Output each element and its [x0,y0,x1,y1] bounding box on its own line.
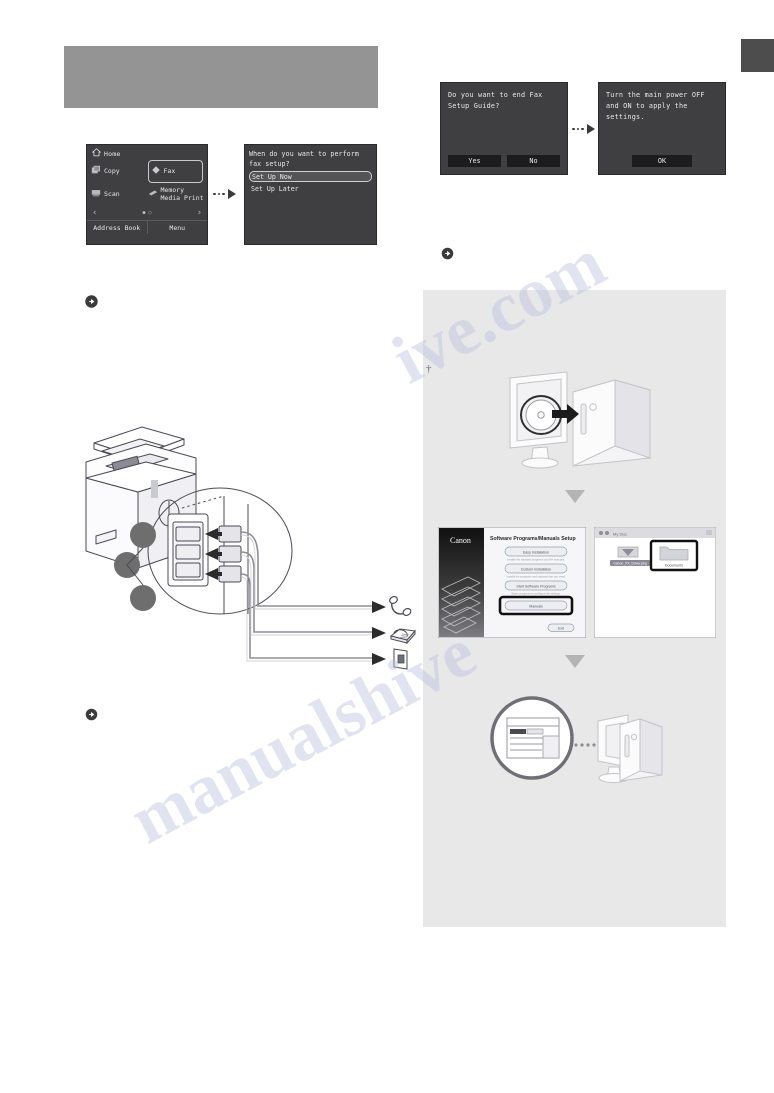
home-tile-fax-label: Fax [163,166,176,175]
home-screen-softkeys: Address Book Menu [87,220,207,234]
svg-text:Documents: Documents [665,564,683,568]
home-tile-scan[interactable]: Scan [91,183,148,206]
callout-1 [130,522,156,548]
home-screen-panel: Home Copy Fax Scan Memory Media Print ‹ … [86,144,208,245]
power-cycle-panel: Turn the main power OFF and ON to apply … [598,82,726,175]
manual-on-computer-illustration [480,683,665,793]
section-title-band [64,46,378,108]
page-dot: ○ [148,210,152,216]
ok-button[interactable]: OK [632,155,692,167]
callout-3 [130,585,156,611]
no-button[interactable]: No [507,155,560,167]
svg-text:Exit: Exit [558,626,564,630]
home-tile-scan-label: Scan [104,189,120,198]
home-screen-title: Home [104,149,121,158]
reference-marker-2 [85,708,98,721]
svg-text:Start Software Programs: Start Software Programs [516,584,556,588]
svg-text:Canon_XX_Driver.pkg: Canon_XX_Driver.pkg [613,562,647,566]
svg-text:Installs the standard programs: Installs the standard programs and the m… [507,558,565,562]
copy-icon [91,165,101,178]
fax-setup-option-set-up-now[interactable]: Set Up Now [249,171,372,182]
page-tab-marker [741,39,774,72]
fax-setup-timing-panel: When do you want to perform fax setup? S… [244,144,377,245]
home-tile-grid: Copy Fax Scan Memory Media Print [87,159,207,206]
dagger-footnote-icon: † [426,363,432,375]
insert-cd-illustration [495,370,660,475]
power-cycle-message: Turn the main power OFF and ON to apply … [606,91,705,121]
end-guide-button-row: Yes No [448,155,560,167]
home-icon [91,148,102,159]
end-guide-question: Do you want to end Fax Setup Guide? [448,91,543,110]
home-tile-copy[interactable]: Copy [91,160,148,183]
home-tile-memory-media-print-label: Memory Media Print [160,186,204,202]
home-tile-fax[interactable]: Fax [147,160,203,183]
home-screen-header: Home [87,145,207,159]
svg-text:Starts programs to configure t: Starts programs to configure the setting… [511,592,560,596]
flow-down-arrow-1 [565,490,585,503]
fax-icon [151,165,161,178]
fax-setup-question: When do you want to perform fax setup? [249,150,359,168]
svg-text:Installs the programs and manu: Installs the programs and manuals that y… [507,575,566,579]
prev-page-icon[interactable]: ‹ [92,208,97,218]
manual-page: Home Copy Fax Scan Memory Media Print ‹ … [0,0,774,1093]
end-fax-setup-guide-panel: Do you want to end Fax Setup Guide? Yes … [440,82,568,175]
flow-down-arrow-2 [565,655,585,668]
handset-icon [388,595,414,623]
next-page-icon[interactable]: › [197,208,202,218]
page-dot-active: ● [142,210,146,216]
home-page-indicator: ● ○ [142,210,151,216]
svg-text:Manuals: Manuals [529,604,543,608]
wall-jack-icon [390,646,412,677]
flow-arrow-2 [572,124,595,134]
scan-icon [91,188,101,201]
software-setup-dialog-thumbnail: Canon Software Programs/Manuals Setup Ea… [437,526,587,639]
flow-arrow-1 [213,189,236,199]
fax-cable-connection-illustration [72,418,416,683]
svg-text:Custom Installation: Custom Installation [521,567,552,571]
svg-text:My Disc: My Disc [613,531,627,536]
home-screen-pager: ‹ ● ○ › [87,206,207,220]
menu-button[interactable]: Menu [146,221,208,234]
reference-marker-1 [85,295,98,308]
brand-label: Canon [450,536,471,545]
yes-button[interactable]: Yes [448,155,501,167]
mac-finder-window-thumbnail: My Disc Canon_XX_Driver.pkg Documents [593,526,717,639]
fax-setup-option-set-up-later[interactable]: Set Up Later [249,184,372,195]
svg-text:Easy Installation: Easy Installation [523,550,549,554]
reference-marker-3 [441,247,454,260]
address-book-button[interactable]: Address Book [87,221,147,234]
svg-text:Software Programs/Manuals Setu: Software Programs/Manuals Setup [490,536,576,542]
home-tile-copy-label: Copy [104,166,120,175]
home-tile-memory-media-print[interactable]: Memory Media Print [148,183,205,206]
usb-media-icon [148,188,158,201]
